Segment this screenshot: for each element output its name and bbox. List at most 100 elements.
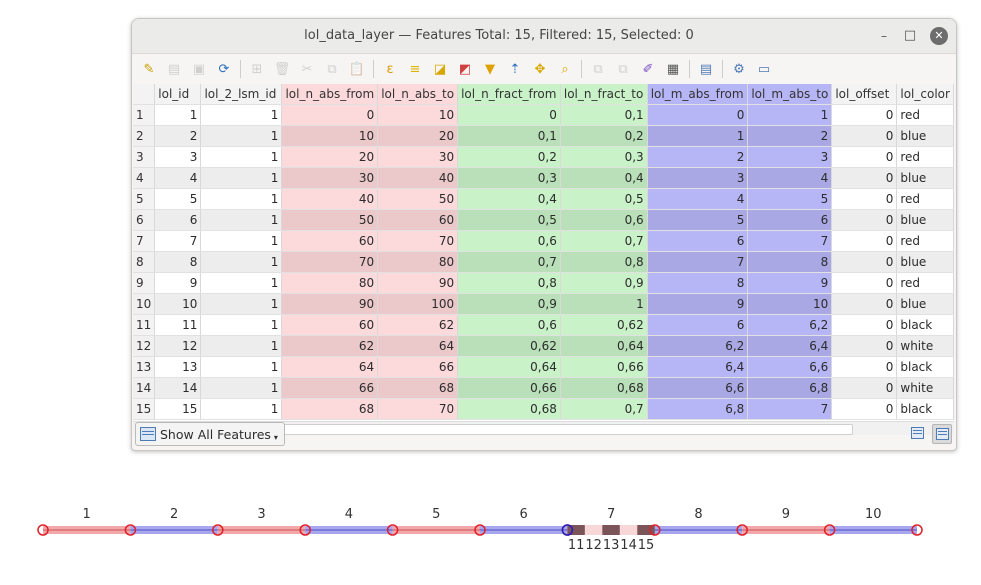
table-row[interactable]: 12 12 1 62 64 0,62 0,64 6,2 6,4 0 white <box>133 335 954 357</box>
cell-lol-n-fract-from[interactable]: 0,6 <box>457 314 561 336</box>
cell-lol-n-abs-to[interactable]: 20 <box>377 125 459 147</box>
cell-lol-color[interactable]: blue <box>896 293 954 315</box>
cell-lol-offset[interactable]: 0 <box>831 377 898 399</box>
row-number[interactable]: 13 <box>133 356 156 378</box>
cell-lol-m-abs-from[interactable]: 6 <box>647 314 749 336</box>
cell-lol-color[interactable]: blue <box>896 209 954 231</box>
row-number[interactable]: 2 <box>133 125 156 147</box>
cell-lol-offset[interactable]: 0 <box>831 188 898 210</box>
cell-lol-n-abs-from[interactable]: 80 <box>281 272 379 294</box>
row-number[interactable]: 10 <box>133 293 156 315</box>
cell-lol-n-fract-from[interactable]: 0,4 <box>457 188 561 210</box>
cell-lol-m-abs-to[interactable]: 3 <box>747 146 833 168</box>
table-row[interactable]: 13 13 1 64 66 0,64 0,66 6,4 6,6 0 black <box>133 356 954 378</box>
row-number[interactable]: 9 <box>133 272 156 294</box>
row-number[interactable]: 12 <box>133 335 156 357</box>
cell-lol-n-fract-to[interactable]: 0,4 <box>560 167 648 189</box>
cell-lol-2-lsm-id[interactable]: 1 <box>200 146 283 168</box>
cell-lol-offset[interactable]: 0 <box>831 146 898 168</box>
cell-lol-n-fract-to[interactable]: 0,66 <box>560 356 648 378</box>
zoom-to-selection-icon[interactable]: ⌕ <box>556 60 574 78</box>
cell-lol-id[interactable]: 6 <box>154 209 202 231</box>
cell-lol-m-abs-to[interactable]: 9 <box>747 272 833 294</box>
table-row[interactable]: 15 15 1 68 70 0,68 0,7 6,8 7 0 black <box>133 398 954 420</box>
cell-lol-n-fract-from[interactable]: 0,1 <box>457 125 561 147</box>
cell-lol-2-lsm-id[interactable]: 1 <box>200 398 283 420</box>
cell-lol-n-fract-from[interactable]: 0,64 <box>457 356 561 378</box>
cell-lol-n-abs-to[interactable]: 50 <box>377 188 459 210</box>
cell-lol-n-abs-from[interactable]: 64 <box>281 356 379 378</box>
cell-lol-n-abs-from[interactable]: 68 <box>281 398 379 420</box>
cell-lol-n-fract-from[interactable]: 0,3 <box>457 167 561 189</box>
form-view-button[interactable] <box>908 424 926 442</box>
cell-lol-offset[interactable]: 0 <box>831 209 898 231</box>
table-row[interactable]: 8 8 1 70 80 0,7 0,8 7 8 0 blue <box>133 251 954 273</box>
table-row[interactable]: 11 11 1 60 62 0,6 0,62 6 6,2 0 black <box>133 314 954 336</box>
cell-lol-n-fract-to[interactable]: 0,2 <box>560 125 648 147</box>
table-view-button[interactable] <box>932 424 952 444</box>
cell-lol-n-fract-to[interactable]: 0,64 <box>560 335 648 357</box>
close-button[interactable]: ✕ <box>930 27 948 45</box>
cell-lol-id[interactable]: 12 <box>154 335 202 357</box>
table-row[interactable]: 14 14 1 66 68 0,66 0,68 6,6 6,8 0 white <box>133 377 954 399</box>
cell-lol-n-abs-from[interactable]: 30 <box>281 167 379 189</box>
table-row[interactable]: 4 4 1 30 40 0,3 0,4 3 4 0 blue <box>133 167 954 189</box>
cell-lol-n-fract-from[interactable]: 0,5 <box>457 209 561 231</box>
cell-lol-color[interactable]: black <box>896 356 954 378</box>
cell-lol-m-abs-from[interactable]: 1 <box>647 125 749 147</box>
cell-lol-color[interactable]: blue <box>896 125 954 147</box>
cell-lol-2-lsm-id[interactable]: 1 <box>200 230 283 252</box>
cell-lol-m-abs-to[interactable]: 6,8 <box>747 377 833 399</box>
paste-rows-icon[interactable]: ⧉ <box>614 60 632 78</box>
cell-lol-n-fract-to[interactable]: 0,7 <box>560 398 648 420</box>
cell-lol-color[interactable]: red <box>896 146 954 168</box>
cell-lol-n-abs-to[interactable]: 68 <box>377 377 459 399</box>
table-row[interactable]: 10 10 1 90 100 0,9 1 9 10 0 blue <box>133 293 954 315</box>
column-header-lol-offset[interactable]: lol_offset <box>831 84 898 105</box>
cell-lol-m-abs-to[interactable]: 5 <box>747 188 833 210</box>
cell-lol-n-abs-from[interactable]: 50 <box>281 209 379 231</box>
cell-lol-id[interactable]: 11 <box>154 314 202 336</box>
cell-lol-id[interactable]: 14 <box>154 377 202 399</box>
cell-lol-2-lsm-id[interactable]: 1 <box>200 104 283 126</box>
title-bar[interactable]: lol_data_layer — Features Total: 15, Fil… <box>132 19 956 54</box>
cut-icon[interactable]: ✂ <box>298 60 316 78</box>
cell-lol-color[interactable]: blue <box>896 167 954 189</box>
row-number[interactable]: 15 <box>133 398 156 420</box>
cell-lol-n-fract-to[interactable]: 0,8 <box>560 251 648 273</box>
cell-lol-n-fract-from[interactable]: 0,6 <box>457 230 561 252</box>
cell-lol-offset[interactable]: 0 <box>831 293 898 315</box>
cell-lol-m-abs-to[interactable]: 1 <box>747 104 833 126</box>
cell-lol-n-fract-to[interactable]: 0,7 <box>560 230 648 252</box>
row-number-header[interactable] <box>133 84 156 105</box>
row-number[interactable]: 5 <box>133 188 156 210</box>
cell-lol-m-abs-from[interactable]: 7 <box>647 251 749 273</box>
column-header-lol-id[interactable]: lol_id <box>154 84 202 105</box>
cell-lol-id[interactable]: 4 <box>154 167 202 189</box>
minimize-button[interactable]: – <box>874 26 894 46</box>
cell-lol-m-abs-from[interactable]: 5 <box>647 209 749 231</box>
table-row[interactable]: 9 9 1 80 90 0,8 0,9 8 9 0 red <box>133 272 954 294</box>
column-header-lol-n-abs-to[interactable]: lol_n_abs_to <box>377 84 459 105</box>
row-number[interactable]: 1 <box>133 104 156 126</box>
column-header-lol-color[interactable]: lol_color <box>896 84 954 105</box>
cell-lol-id[interactable]: 7 <box>154 230 202 252</box>
cell-lol-n-abs-from[interactable]: 0 <box>281 104 379 126</box>
cell-lol-n-abs-from[interactable]: 62 <box>281 335 379 357</box>
save-edits-icon[interactable]: ▣ <box>190 60 208 78</box>
cell-lol-2-lsm-id[interactable]: 1 <box>200 356 283 378</box>
dock-icon[interactable]: ▭ <box>755 60 773 78</box>
table-row[interactable]: 7 7 1 60 70 0,6 0,7 6 7 0 red <box>133 230 954 252</box>
cell-lol-m-abs-from[interactable]: 9 <box>647 293 749 315</box>
cell-lol-n-fract-from[interactable]: 0,62 <box>457 335 561 357</box>
cell-lol-m-abs-from[interactable]: 6,4 <box>647 356 749 378</box>
select-all-icon[interactable]: ≡ <box>406 60 424 78</box>
cell-lol-offset[interactable]: 0 <box>831 272 898 294</box>
cell-lol-n-abs-to[interactable]: 30 <box>377 146 459 168</box>
cell-lol-m-abs-to[interactable]: 4 <box>747 167 833 189</box>
row-number[interactable]: 8 <box>133 251 156 273</box>
filter-icon[interactable]: ▼ <box>481 60 499 78</box>
cell-lol-2-lsm-id[interactable]: 1 <box>200 125 283 147</box>
cell-lol-id[interactable]: 2 <box>154 125 202 147</box>
cell-lol-n-fract-to[interactable]: 1 <box>560 293 648 315</box>
